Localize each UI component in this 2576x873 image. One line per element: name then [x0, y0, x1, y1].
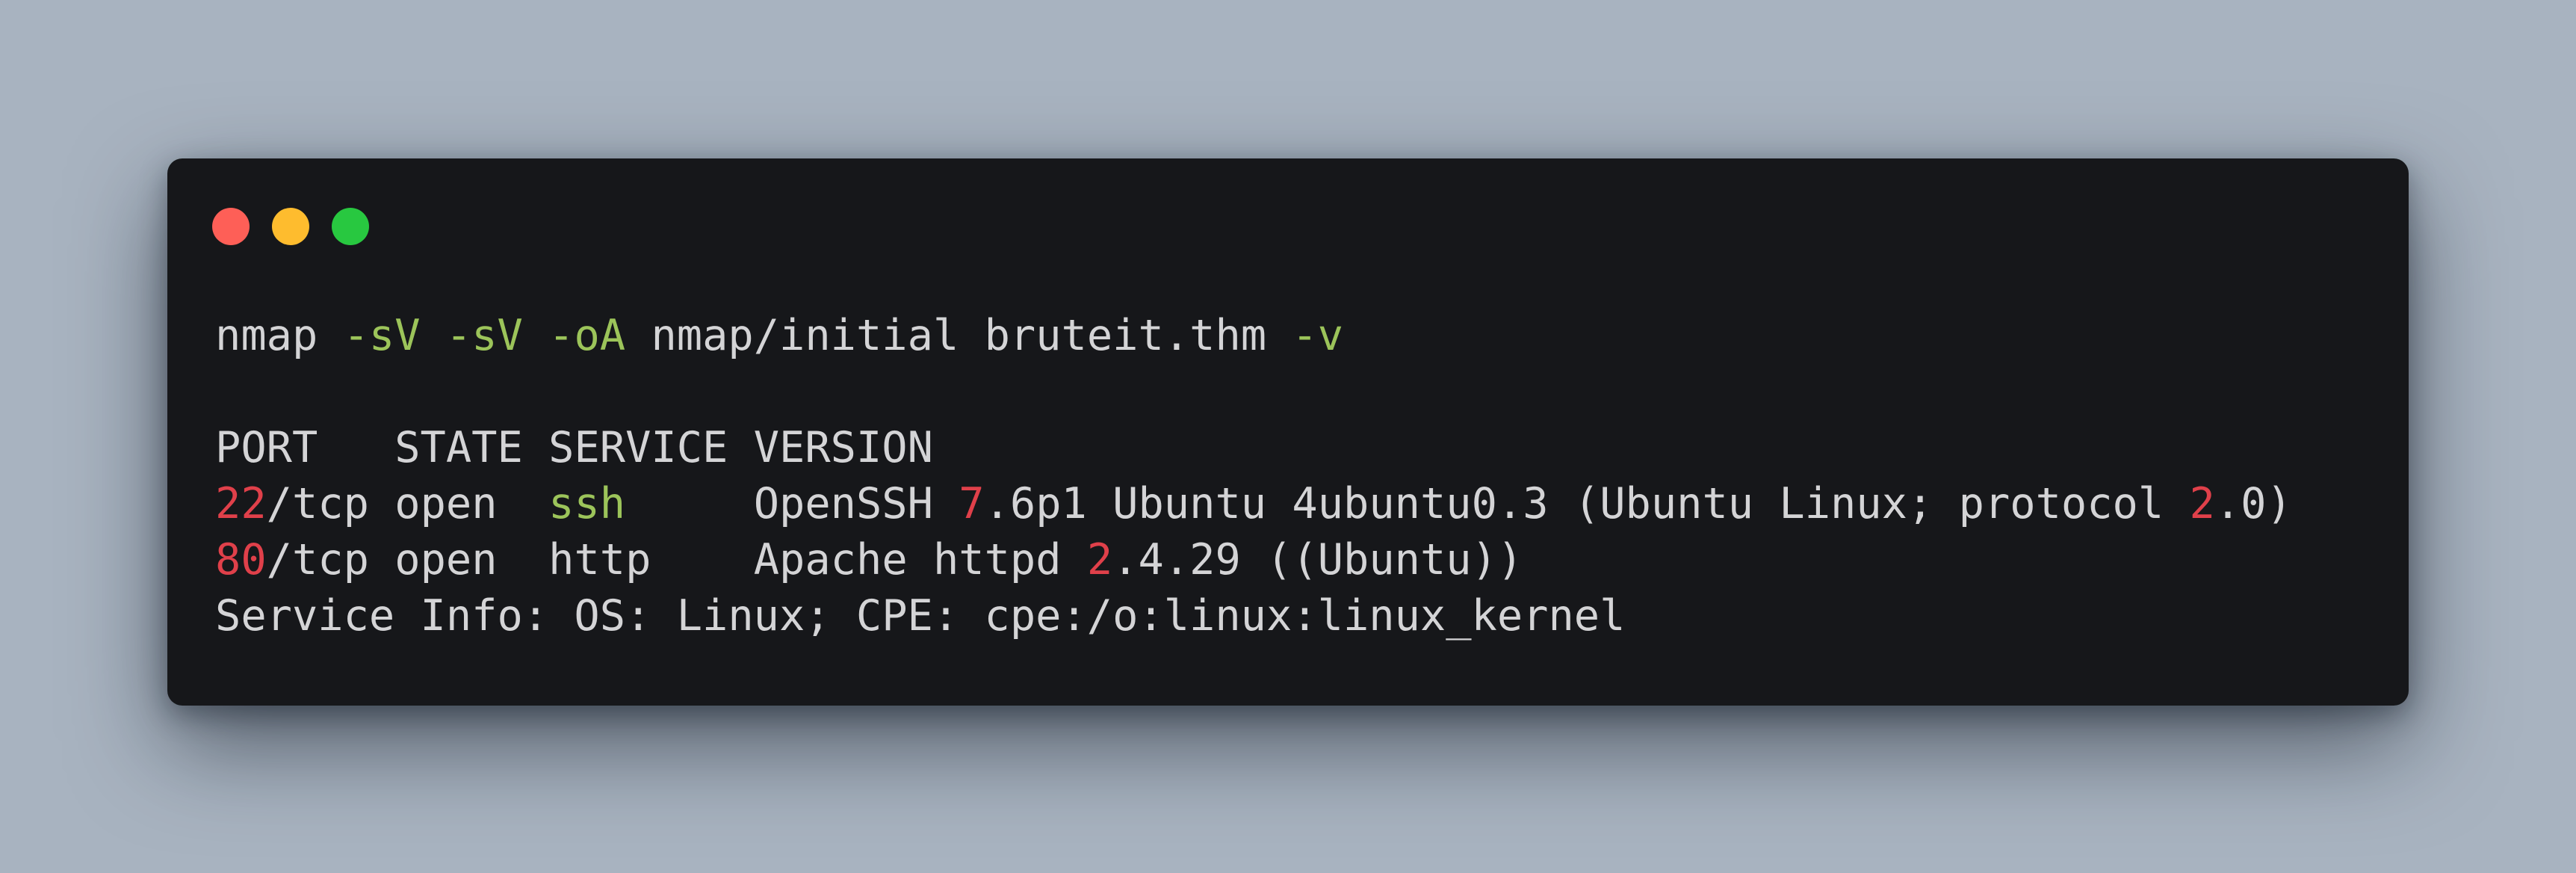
table-row: 22/tcp open ssh OpenSSH 7.6p1 Ubuntu 4ub… — [215, 476, 2292, 532]
version-text: Apache httpd — [753, 535, 1087, 584]
terminal-window: nmap -sV -sV -oA nmap/initial bruteit.th… — [167, 158, 2409, 706]
header-state: STATE — [394, 423, 523, 472]
maximize-dot[interactable] — [332, 208, 369, 245]
close-dot[interactable] — [212, 208, 250, 245]
port-number: 80 — [215, 535, 267, 584]
header-service: SERVICE — [548, 423, 728, 472]
window-controls — [212, 208, 369, 245]
version-number: 2 — [2189, 479, 2215, 528]
version-text: OpenSSH — [753, 479, 959, 528]
terminal-output: nmap -sV -sV -oA nmap/initial bruteit.th… — [215, 308, 2292, 644]
service-info-line: Service Info: OS: Linux; CPE: cpe:/o:lin… — [215, 591, 1626, 641]
port-number: 22 — [215, 479, 267, 528]
table-row: 80/tcp open http Apache httpd 2.4.29 ((U… — [215, 532, 2292, 588]
port-state: open — [394, 479, 498, 528]
service-name: http — [548, 535, 651, 584]
version-number: 7 — [959, 479, 985, 528]
service-name: ssh — [548, 479, 626, 528]
command-program: nmap — [215, 311, 318, 360]
header-version: VERSION — [753, 423, 933, 472]
header-port: PORT — [215, 423, 318, 472]
version-number: 2 — [1086, 535, 1113, 584]
command-flag: -sV — [343, 311, 421, 360]
version-text: .4.29 ((Ubuntu)) — [1112, 535, 1523, 584]
table-header: PORT STATE SERVICE VERSION — [215, 420, 2292, 476]
command-line: nmap -sV -sV -oA nmap/initial bruteit.th… — [215, 308, 2292, 364]
port-protocol: /tcp — [266, 535, 369, 584]
version-text: .0) — [2214, 479, 2292, 528]
command-flag: -sV — [445, 311, 523, 360]
command-output-path: nmap/initial — [651, 311, 959, 360]
version-text: .6p1 Ubuntu 4ubuntu0.3 (Ubuntu Linux; pr… — [984, 479, 2190, 528]
command-flag: -oA — [548, 311, 626, 360]
port-state: open — [394, 535, 498, 584]
command-flag: -v — [1292, 311, 1344, 360]
port-protocol: /tcp — [266, 479, 369, 528]
minimize-dot[interactable] — [272, 208, 309, 245]
command-target: bruteit.thm — [984, 311, 1267, 360]
